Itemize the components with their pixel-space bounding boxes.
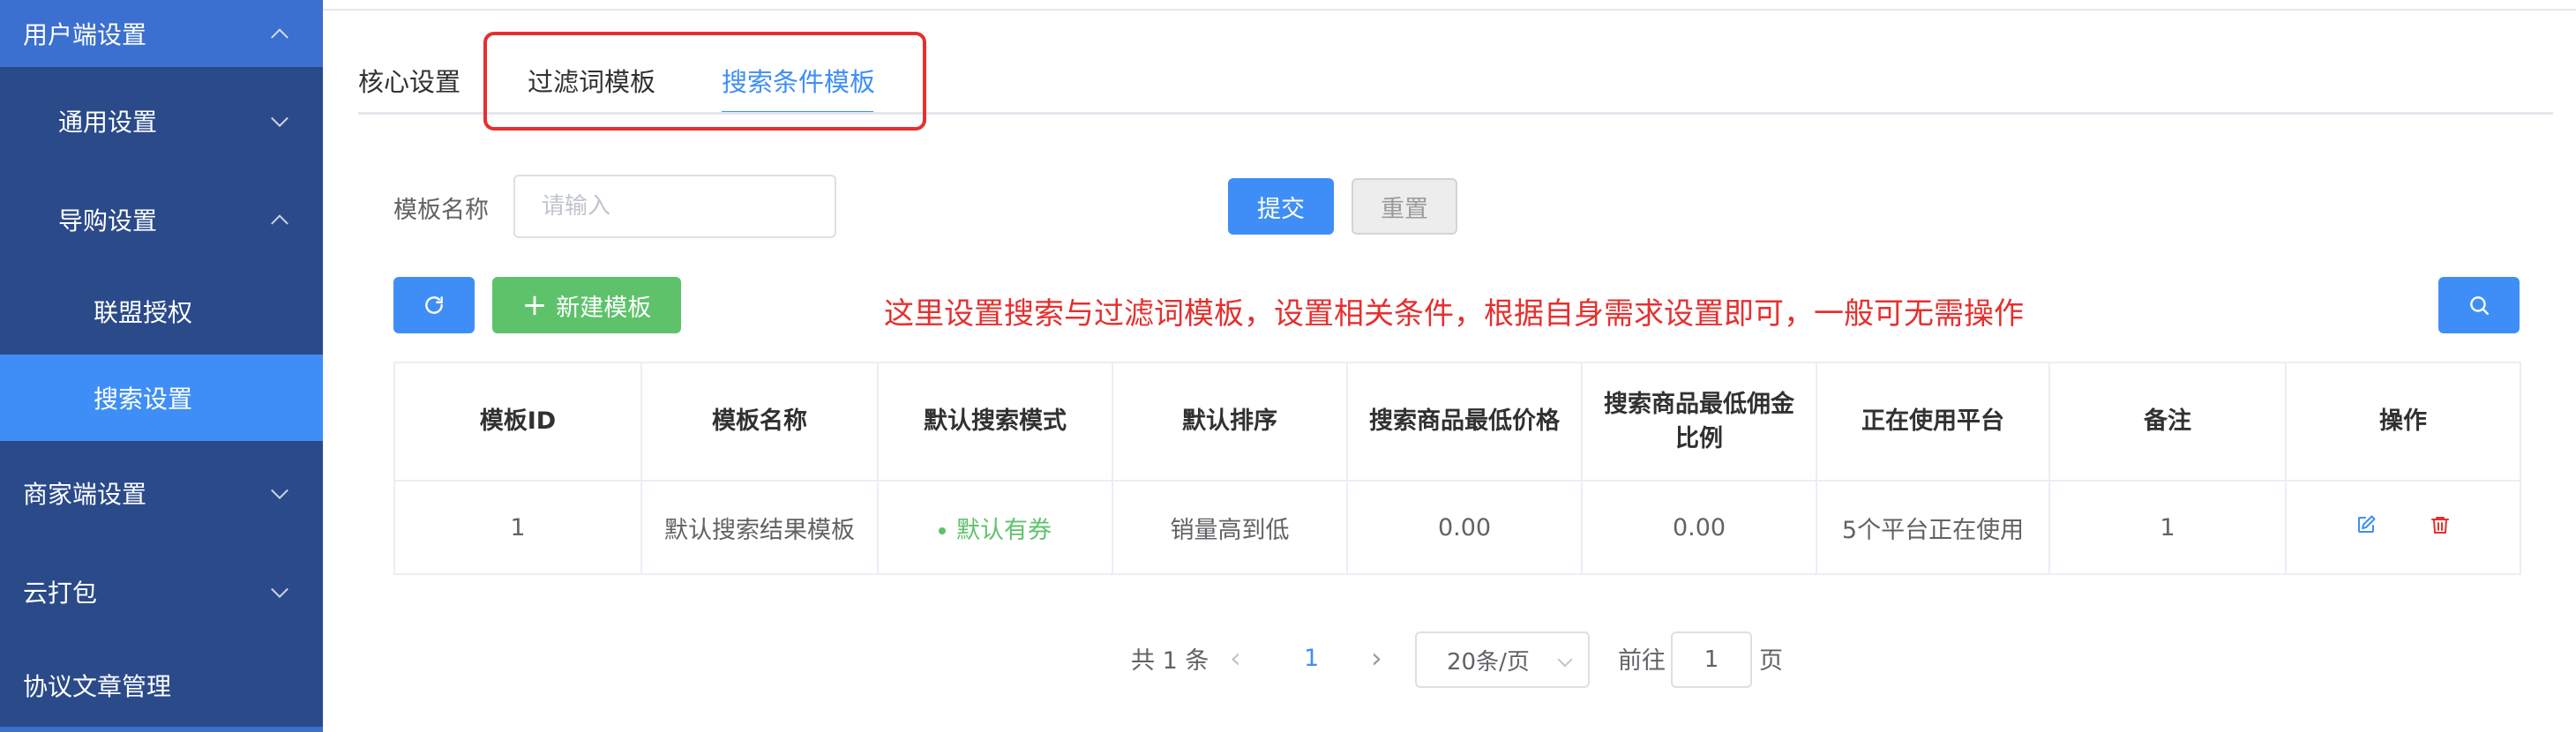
template-name-input[interactable] (513, 175, 836, 238)
submit-button[interactable]: 提交 (1228, 178, 1334, 235)
chevron-up-icon (271, 214, 288, 233)
template-name-label: 模板名称 (393, 197, 489, 224)
new-template-label: 新建模板 (556, 294, 652, 322)
chevron-down-icon (271, 580, 288, 599)
actions-cell (2285, 480, 2521, 575)
sidebar-item-general-settings[interactable]: 通用设置 (0, 93, 323, 148)
sidebar: 用户端设置 通用设置 导购设置 联盟授权 搜索设置 商家端设置 云打包 协议文章… (0, 0, 323, 732)
chevron-right-icon[interactable]: › (1371, 630, 1382, 686)
page-jump-input[interactable] (1671, 631, 1752, 688)
sidebar-item-alliance-auth[interactable]: 联盟授权 (0, 284, 323, 339)
table-header-row: 模板ID 模板名称 默认搜索模式 默认排序 搜索商品最低价格 搜索商品最低佣金比… (393, 362, 2521, 482)
pagination-total: 共 1 条 (1131, 646, 1209, 675)
page-size-value: 20条/页 (1447, 648, 1530, 676)
column-header: 搜索商品最低佣金比例 (1581, 362, 1817, 482)
goto-label: 前往 (1618, 646, 1666, 675)
table-row: 1 默认搜索结果模板 默认有券 销量高到低 0.00 0.00 5个平台正在使用… (393, 480, 2521, 575)
sidebar-item-merchant-settings[interactable]: 商家端设置 (0, 466, 323, 520)
sidebar-item-search-settings[interactable]: 搜索设置 (0, 355, 323, 441)
sidebar-item-label: 搜索设置 (94, 385, 193, 414)
min-commission-cell: 0.00 (1581, 480, 1817, 575)
refresh-icon (425, 296, 443, 314)
sidebar-item-label: 商家端设置 (23, 480, 147, 509)
min-price-cell: 0.00 (1346, 480, 1583, 575)
column-header: 操作 (2285, 362, 2521, 482)
column-header: 正在使用平台 (1816, 362, 2050, 482)
search-mode-value: 默认有券 (956, 516, 1052, 544)
chevron-left-icon[interactable]: ‹ (1230, 630, 1241, 686)
plus-icon: + (521, 288, 548, 323)
chevron-up-icon (271, 28, 288, 47)
page-size-select[interactable]: 20条/页 (1415, 631, 1590, 688)
delete-icon[interactable] (2430, 514, 2451, 542)
tab-core-settings[interactable]: 核心设置 (358, 62, 461, 99)
column-header: 默认搜索模式 (877, 362, 1113, 482)
sidebar-item-label: 导购设置 (58, 206, 158, 235)
refresh-button[interactable] (393, 277, 475, 333)
new-template-button[interactable]: + 新建模板 (492, 277, 681, 333)
column-header: 备注 (2048, 362, 2287, 482)
pagination-page-1[interactable]: 1 (1304, 630, 1319, 686)
sidebar-item-label: 协议文章管理 (23, 672, 172, 701)
column-header: 默认排序 (1112, 362, 1348, 482)
platforms-link[interactable]: 5个平台正在使用 (1816, 480, 2050, 575)
column-header: 模板名称 (640, 362, 879, 482)
annotation-text: 这里设置搜索与过滤词模板，设置相关条件，根据自身需求设置即可，一般可无需操作 (884, 296, 2024, 332)
sidebar-item-agreement-management[interactable]: 协议文章管理 (0, 658, 323, 713)
search-toggle-button[interactable] (2438, 277, 2520, 333)
column-header: 模板ID (393, 362, 642, 482)
template-table: 模板ID 模板名称 默认搜索模式 默认排序 搜索商品最低价格 搜索商品最低佣金比… (393, 362, 2521, 575)
sidebar-bottom-strip (0, 727, 323, 732)
sort-cell: 销量高到低 (1112, 480, 1348, 575)
remark-cell: 1 (2048, 480, 2287, 575)
sidebar-item-label: 联盟授权 (94, 298, 193, 327)
sidebar-item-label: 通用设置 (58, 108, 158, 137)
sidebar-item-label: 用户端设置 (23, 20, 147, 49)
column-header: 搜索商品最低价格 (1346, 362, 1583, 482)
search-mode-cell: 默认有券 (877, 480, 1113, 575)
chevron-down-icon (1557, 652, 1573, 668)
status-dot-icon (939, 527, 946, 534)
template-id-cell: 1 (393, 480, 642, 575)
reset-button[interactable]: 重置 (1352, 178, 1457, 235)
page-unit-label: 页 (1759, 646, 1783, 675)
annotation-highlight-box (483, 32, 926, 131)
search-icon (2470, 296, 2489, 315)
sidebar-item-label: 云打包 (23, 579, 98, 608)
edit-icon[interactable] (2355, 514, 2377, 542)
chevron-down-icon (271, 482, 288, 500)
sidebar-item-user-settings[interactable]: 用户端设置 (0, 0, 323, 67)
sidebar-item-guide-settings[interactable]: 导购设置 (0, 192, 323, 247)
chevron-down-icon (271, 109, 288, 128)
template-name-cell: 默认搜索结果模板 (640, 480, 879, 575)
header-divider (323, 9, 2576, 11)
sidebar-item-cloud-package[interactable]: 云打包 (0, 564, 323, 619)
